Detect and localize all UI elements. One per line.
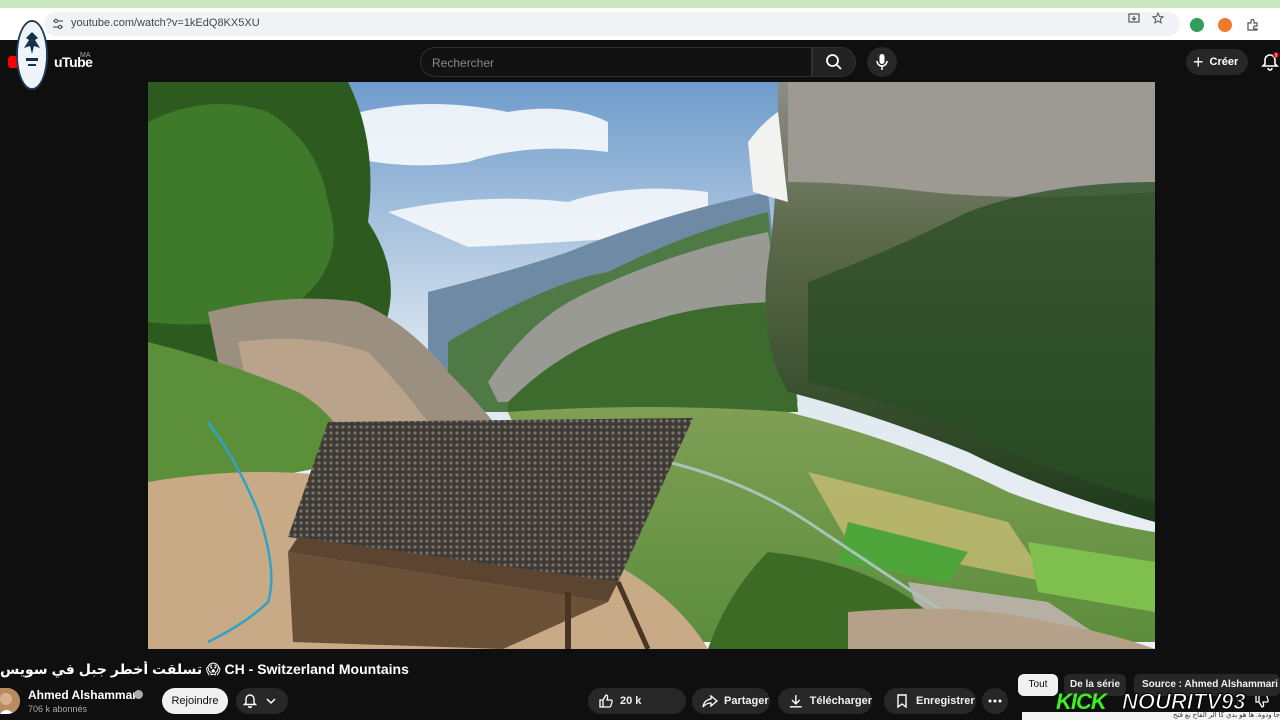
url-text: youtube.com/watch?v=1kEdQ8KX5XU bbox=[71, 17, 260, 29]
join-button[interactable]: Rejoindre bbox=[162, 688, 228, 714]
brave-icon[interactable] bbox=[1218, 18, 1232, 32]
microphone-icon bbox=[876, 54, 888, 70]
channel-name[interactable]: Ahmed Alshammari bbox=[28, 688, 140, 702]
share-button[interactable]: Partager bbox=[692, 688, 770, 714]
browser-top-strip bbox=[0, 0, 1280, 8]
video-frame-mountains bbox=[148, 82, 1155, 649]
browser-address-bar: youtube.com/watch?v=1kEdQ8KX5XU bbox=[0, 8, 1280, 40]
notification-count: 9 bbox=[1275, 53, 1278, 59]
search-button[interactable] bbox=[812, 47, 856, 77]
url-field[interactable]: youtube.com/watch?v=1kEdQ8KX5XU bbox=[44, 12, 1180, 36]
like-count: 20 k bbox=[620, 695, 642, 707]
region-label: MA bbox=[80, 52, 91, 59]
install-app-icon[interactable] bbox=[1128, 12, 1140, 24]
eagle-emblem-icon bbox=[18, 22, 46, 88]
watermark-name: NOURITV93 bbox=[1121, 689, 1246, 714]
search-placeholder: Rechercher bbox=[432, 56, 495, 70]
chevron-down-icon bbox=[266, 698, 276, 705]
avatar-image bbox=[0, 688, 20, 714]
bell-icon bbox=[242, 694, 258, 709]
scream-emoji-icon: 😱 bbox=[206, 661, 221, 677]
bookmark-icon bbox=[897, 694, 907, 709]
search-icon bbox=[826, 54, 842, 70]
tune-icon[interactable] bbox=[52, 18, 64, 30]
more-horizontal-icon bbox=[988, 699, 1002, 703]
subscribe-notifications-button[interactable] bbox=[236, 688, 288, 714]
verified-check-icon bbox=[134, 690, 143, 699]
plus-icon: + bbox=[1193, 52, 1204, 72]
save-button[interactable]: Enregistrer bbox=[884, 688, 976, 714]
subscriber-count: 706 k abonnés bbox=[28, 704, 88, 714]
watermark-kick: KICK bbox=[1056, 689, 1107, 714]
puzzle-extensions-icon[interactable] bbox=[1246, 18, 1260, 32]
download-button[interactable]: Télécharger bbox=[778, 688, 872, 714]
video-title-arabic: تسلقت أخطر جبل في سويس bbox=[0, 661, 203, 677]
video-title: تسلقت أخطر جبل في سويس 😱 CH - Switzerlan… bbox=[0, 661, 700, 679]
chip-all[interactable]: Tout bbox=[1018, 674, 1058, 696]
channel-avatar[interactable] bbox=[0, 688, 20, 714]
create-button[interactable]: + Créer bbox=[1186, 49, 1248, 75]
video-player[interactable] bbox=[148, 82, 1155, 649]
channel-logo-overlay bbox=[16, 20, 48, 90]
download-icon bbox=[789, 695, 802, 708]
share-arrow-icon bbox=[702, 694, 718, 708]
search-input[interactable]: Rechercher bbox=[420, 47, 812, 77]
thumbs-up-icon bbox=[599, 694, 613, 708]
video-title-suffix: CH - Switzerland Mountains bbox=[224, 661, 409, 677]
like-button[interactable]: 20 k bbox=[588, 688, 1269, 714]
voice-search-button[interactable] bbox=[867, 47, 897, 77]
star-bookmark-icon[interactable] bbox=[1152, 12, 1164, 24]
notifications-bell-icon[interactable]: 9 bbox=[1260, 52, 1280, 72]
more-actions-button[interactable] bbox=[982, 688, 1008, 714]
extension-badge-icon[interactable] bbox=[1190, 18, 1204, 32]
stream-watermark: KICK NOURITV93 bbox=[1056, 689, 1280, 714]
